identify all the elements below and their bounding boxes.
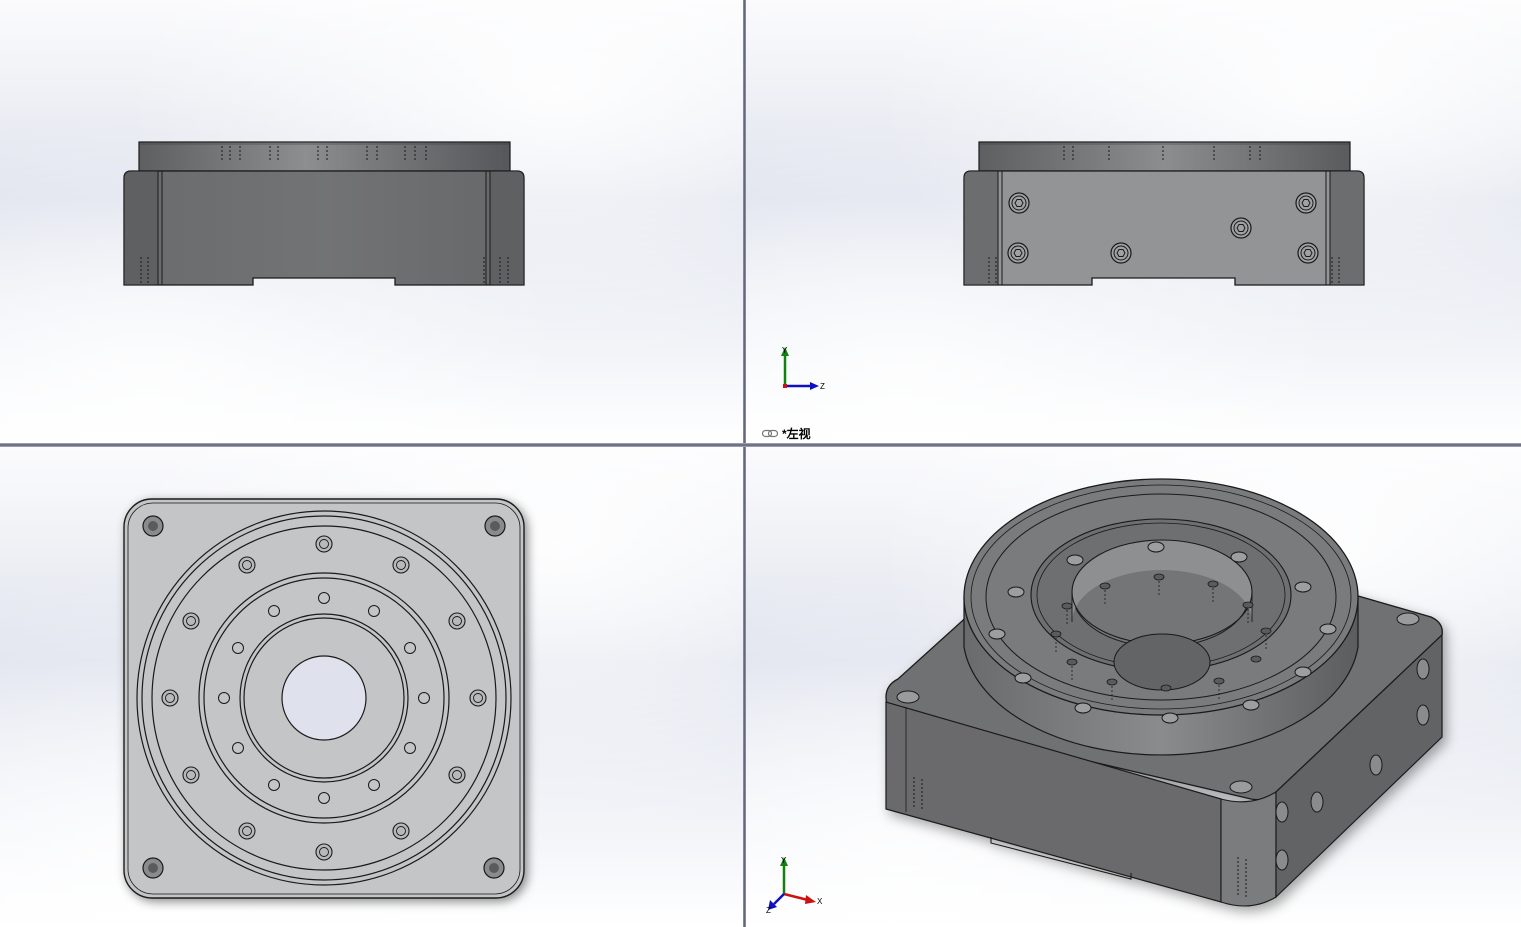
left-view-model[interactable] — [746, 0, 1521, 443]
front-view-model[interactable] — [0, 0, 743, 443]
axis-triad: Y X Z — [766, 856, 823, 914]
viewport-isometric[interactable]: Y X Z — [746, 447, 1521, 927]
viewport-left[interactable]: Y Z *左视 — [746, 0, 1521, 443]
viewport-divider-vertical[interactable] — [743, 0, 746, 927]
viewport-top[interactable] — [0, 447, 743, 927]
triad-y-label: Y — [781, 856, 787, 865]
axis-triad: Y Z — [781, 346, 825, 391]
view-name-text: *左视 — [782, 426, 811, 441]
viewport-front[interactable] — [0, 0, 743, 443]
viewport-divider-horizontal[interactable] — [0, 443, 1521, 447]
triad-y-label: Y — [782, 346, 788, 355]
top-view-model[interactable] — [0, 447, 743, 927]
triad-x-label: X — [817, 897, 823, 906]
view-name-label: *左视 — [762, 424, 811, 442]
triad-z-label: Z — [766, 906, 771, 914]
triad-z-label: Z — [820, 382, 825, 391]
graphics-area[interactable]: Y Z *左视 Y X Z — [0, 0, 1521, 927]
isometric-view-model[interactable] — [746, 447, 1521, 927]
link-icon[interactable] — [762, 429, 778, 438]
